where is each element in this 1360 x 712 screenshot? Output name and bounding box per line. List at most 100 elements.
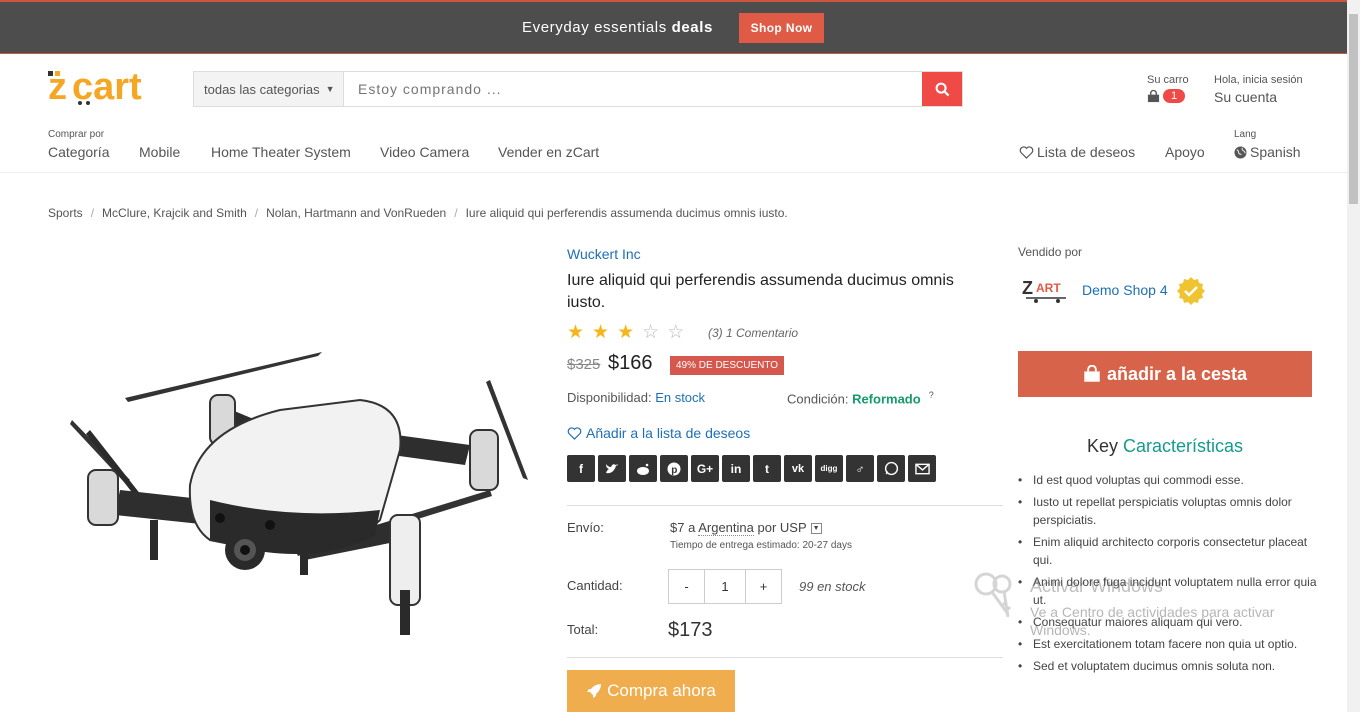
breadcrumb-item[interactable]: McClure, Krajcik and Smith: [102, 206, 247, 220]
list-item: Id est quod voluptas qui commodi esse.: [1018, 471, 1318, 489]
delivery-estimate: Tiempo de entrega estimado: 20-27 days: [670, 540, 852, 551]
nav-wishlist[interactable]: Lista de deseos: [1019, 144, 1135, 160]
key-features-title: Key Características: [1086, 436, 1244, 456]
svg-text:z: z: [48, 66, 67, 106]
account-greeting: Hola, inicia sesión: [1214, 74, 1303, 86]
promo-banner: Everyday essentials deals Shop Now: [0, 0, 1347, 54]
svg-text:cart: cart: [72, 66, 142, 106]
divider: [567, 505, 1003, 506]
page-scrollbar[interactable]: [1347, 0, 1360, 712]
key-features-list: Id est quod voluptas qui commodi esse. I…: [1018, 471, 1318, 679]
share-buttons: f p G+ in t vk digg ♂: [567, 455, 936, 482]
quantity-input[interactable]: 1: [704, 570, 746, 603]
condition-value: Reformado: [852, 391, 921, 407]
facebook-icon[interactable]: f: [567, 455, 595, 482]
condition: Condición: Reformado?: [787, 390, 934, 407]
shopping-bag-icon: [1147, 89, 1160, 102]
email-icon[interactable]: [908, 455, 936, 482]
discount-badge: 49% DE DESCUENTO: [670, 356, 785, 375]
search-button[interactable]: [922, 72, 962, 106]
odnoklassniki-icon[interactable]: ♂: [846, 455, 874, 482]
nav-category[interactable]: Categoría: [48, 144, 109, 160]
linkedin-icon[interactable]: in: [722, 455, 750, 482]
star-empty-icon: ☆: [642, 322, 660, 343]
star-filled-icon: ★: [592, 322, 610, 343]
cart-count-badge: 1: [1163, 89, 1186, 103]
stock-count: 99 en stock: [799, 579, 866, 594]
scrollbar-thumb[interactable]: [1349, 14, 1358, 204]
google-plus-icon[interactable]: G+: [691, 455, 719, 482]
tumblr-icon[interactable]: t: [753, 455, 781, 482]
globe-icon: [1234, 145, 1247, 159]
product-brand[interactable]: Wuckert Inc: [567, 246, 641, 262]
current-price: $166: [608, 352, 653, 374]
star-empty-icon: ☆: [667, 322, 685, 343]
list-item: Enim aliquid architecto corporis consect…: [1018, 533, 1318, 569]
category-select[interactable]: todas las categorias ▼: [194, 72, 344, 106]
language-select[interactable]: Spanish: [1234, 144, 1301, 160]
chevron-down-icon: ▼: [325, 84, 335, 94]
seller-logo[interactable]: Z ART: [1022, 276, 1072, 304]
shipping-selector[interactable]: $7 a Argentina por USP ▼: [670, 520, 822, 536]
heart-icon: [1019, 145, 1034, 159]
shipping-label: Envío:: [567, 520, 604, 535]
divider: [567, 657, 1003, 658]
page: Everyday essentials deals Shop Now z car…: [0, 0, 1360, 712]
activation-watermark-text: Ve a Centro de actividades para activar …: [1030, 604, 1275, 638]
quantity-plus-button[interactable]: +: [746, 570, 781, 603]
svg-text:Z: Z: [1022, 278, 1033, 298]
breadcrumb-item[interactable]: Nolan, Hartmann and VonRueden: [266, 206, 446, 220]
breadcrumb-item[interactable]: Sports: [48, 206, 83, 220]
pinterest-icon[interactable]: p: [660, 455, 688, 482]
svg-text:ART: ART: [1036, 281, 1061, 295]
activation-watermark-title: Activar Windows: [1030, 576, 1164, 596]
add-to-wishlist-link[interactable]: Añadir a la lista de deseos: [567, 425, 750, 441]
breadcrumb: Sports / McClure, Krajcik and Smith / Nola…: [48, 206, 788, 220]
star-filled-icon: ★: [617, 322, 635, 343]
total-label: Total:: [567, 622, 599, 637]
nav-item-mobile[interactable]: Mobile: [139, 144, 180, 160]
language-label: Spanish: [1250, 144, 1301, 160]
twitter-icon[interactable]: [598, 455, 626, 482]
zcart-logo[interactable]: z cart: [48, 66, 173, 108]
old-price: $325: [567, 356, 601, 373]
account-widget[interactable]: Hola, inicia sesión Su cuenta: [1214, 74, 1303, 105]
browse-by-label: Comprar por: [48, 129, 105, 140]
vk-icon[interactable]: vk: [784, 455, 812, 482]
availability-value: En stock: [655, 390, 706, 405]
nav-item-home-theater[interactable]: Home Theater System: [211, 144, 351, 160]
search-input[interactable]: [344, 72, 922, 106]
rating-summary[interactable]: (3) 1 Comentario: [708, 326, 798, 340]
sold-by-label: Vendido por: [1018, 245, 1083, 259]
reddit-icon[interactable]: [629, 455, 657, 482]
search-bar: todas las categorias ▼: [193, 71, 963, 107]
nav-item-video-camera[interactable]: Video Camera: [380, 144, 469, 160]
list-item: Iusto ut repellat perspiciatis voluptas …: [1018, 493, 1318, 529]
verified-badge-icon: [1176, 276, 1206, 306]
total-price: $173: [668, 619, 713, 641]
shop-now-button[interactable]: Shop Now: [739, 13, 824, 43]
seller-name[interactable]: Demo Shop 4: [1082, 282, 1168, 298]
breadcrumb-current: Iure aliquid qui perferendis assumenda d…: [465, 206, 788, 220]
star-filled-icon: ★: [567, 322, 585, 343]
account-link[interactable]: Su cuenta: [1214, 89, 1303, 105]
banner-text: Everyday essentials deals: [522, 19, 713, 36]
cart-widget[interactable]: Su carro 1: [1147, 74, 1189, 103]
quantity-minus-button[interactable]: -: [669, 570, 704, 603]
nav-item-sell[interactable]: Vender en zCart: [498, 144, 599, 160]
buy-now-button[interactable]: Compra ahora: [567, 670, 735, 712]
add-to-cart-button[interactable]: añadir a la cesta: [1018, 351, 1312, 397]
product-image[interactable]: [60, 320, 540, 650]
nav-support[interactable]: Apoyo: [1165, 144, 1205, 160]
rocket-icon: [587, 684, 602, 698]
shipping-country[interactable]: Argentina: [698, 520, 754, 536]
key-icon: [972, 570, 1024, 622]
quantity-stepper: - 1 +: [668, 569, 782, 604]
star-rating: ★ ★ ★ ☆ ☆: [567, 321, 684, 344]
header-divider: [0, 172, 1347, 173]
condition-help-icon[interactable]: ?: [929, 390, 934, 400]
wishlist-label: Añadir a la lista de deseos: [586, 425, 751, 441]
digg-icon[interactable]: digg: [815, 455, 843, 482]
whatsapp-icon[interactable]: [877, 455, 905, 482]
search-icon: [935, 82, 949, 96]
